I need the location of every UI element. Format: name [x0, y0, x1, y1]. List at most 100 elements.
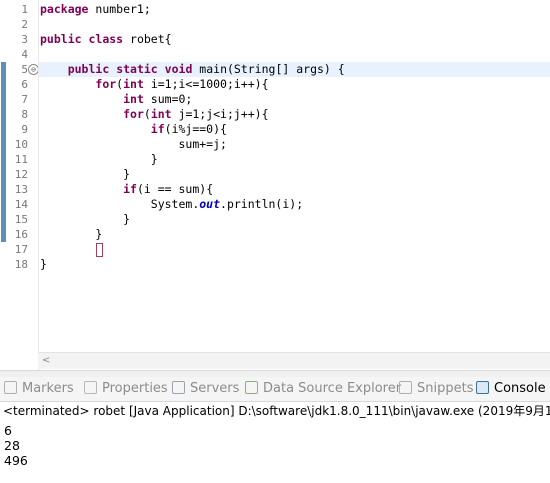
- console-output-line: 6: [4, 423, 12, 438]
- console-icon: [476, 381, 489, 394]
- line-number: 12: [14, 168, 28, 181]
- line-number: 5: [21, 63, 28, 76]
- tab-data-source-explorer[interactable]: Data Source Explorer: [245, 380, 401, 398]
- line-number: 9: [21, 123, 28, 136]
- code-line[interactable]: if(i%j==0){: [40, 122, 227, 137]
- keyword-token: int: [123, 77, 144, 91]
- line-number: 18: [14, 258, 28, 271]
- code-token: }: [40, 212, 131, 226]
- keyword-token: if: [123, 182, 137, 196]
- code-line[interactable]: }: [40, 257, 47, 272]
- bracket-match-marker: [96, 243, 103, 257]
- line-number-gutter: 1 2 3 4 5 6 7 8 9 10 11 12 13 14 15 16 17 18: [6, 0, 38, 370]
- code-line[interactable]: System.out.println(i);: [40, 197, 303, 212]
- code-token: sum+=j;: [40, 137, 227, 151]
- line-number: 6: [21, 78, 28, 91]
- views-tab-bar: Markers Properties Servers Data Source Expl…: [0, 377, 550, 402]
- code-line[interactable]: if(i == sum){: [40, 182, 213, 197]
- properties-icon: [84, 381, 97, 394]
- code-line[interactable]: [40, 242, 95, 257]
- keyword-token: public: [40, 32, 82, 46]
- code-token: .println(i);: [220, 197, 304, 211]
- code-line[interactable]: public static void main(String[] args) {: [40, 62, 345, 77]
- keyword-token: int: [150, 107, 172, 121]
- code-line[interactable]: sum+=j;: [40, 137, 227, 152]
- keyword-token: if: [150, 122, 165, 136]
- console-output-line: 496: [4, 453, 28, 468]
- code-token: i=1;i<=1000;i++){: [143, 77, 269, 91]
- keyword-token: for: [123, 107, 144, 121]
- code-line[interactable]: }: [40, 212, 130, 227]
- line-number: 1: [21, 3, 28, 16]
- tab-console[interactable]: Console: [476, 380, 546, 398]
- line-number: 3: [21, 33, 28, 46]
- code-token: number1;: [88, 2, 151, 16]
- line-number: 10: [14, 138, 28, 151]
- keyword-token: class: [88, 32, 124, 46]
- code-line[interactable]: }: [40, 227, 102, 242]
- line-number: 2: [21, 18, 28, 31]
- line-number: 4: [21, 48, 28, 61]
- code-editor[interactable]: 1 2 3 4 5 6 7 8 9 10 11 12 13 14 15 16 17 18 ⊖ package nu…: [0, 0, 550, 370]
- line-number: 17: [14, 243, 28, 256]
- code-token: }: [40, 227, 103, 241]
- keyword-token: package: [40, 2, 89, 16]
- tab-snippets[interactable]: Snippets: [399, 380, 473, 398]
- line-number: 8: [21, 108, 28, 121]
- keyword-token: public: [67, 62, 110, 76]
- console-output-line: 28: [4, 438, 20, 453]
- tab-label: Properties: [102, 381, 168, 396]
- servers-icon: [172, 381, 185, 394]
- code-line[interactable]: public class robet{: [40, 32, 172, 47]
- line-number: 16: [14, 228, 28, 241]
- code-line[interactable]: for(int j=1;j<i;j++){: [40, 107, 269, 122]
- snippets-icon: [399, 381, 412, 394]
- code-token: (i == sum){: [136, 182, 214, 196]
- keyword-token: for: [95, 77, 117, 91]
- code-token: }: [40, 152, 158, 166]
- code-token: sum=0;: [143, 92, 193, 106]
- field-token: out: [199, 197, 221, 211]
- tab-label: Servers: [190, 381, 240, 396]
- tab-label: Console: [494, 381, 546, 396]
- tab-servers[interactable]: Servers: [172, 380, 239, 398]
- tab-properties[interactable]: Properties: [84, 380, 168, 398]
- keyword-token: int: [123, 92, 144, 106]
- tab-label: Data Source Explorer: [263, 381, 402, 396]
- code-token: main(String[] args) {: [192, 62, 345, 76]
- code-line[interactable]: int sum=0;: [40, 92, 192, 107]
- line-number: 7: [21, 93, 28, 106]
- tab-label: Snippets: [417, 381, 474, 396]
- line-number: 13: [14, 183, 28, 196]
- keyword-token: void: [164, 62, 193, 76]
- keyword-token: static: [116, 62, 158, 76]
- tab-label: Markers: [22, 381, 74, 396]
- code-token: robet{: [123, 32, 172, 46]
- code-token: }: [40, 167, 131, 181]
- scroll-left-icon[interactable]: <: [42, 353, 50, 369]
- code-token: (: [143, 107, 151, 121]
- console-output: 6 28 496: [4, 423, 28, 468]
- code-line[interactable]: }: [40, 167, 130, 182]
- code-token: }: [40, 257, 47, 271]
- code-token: System.: [40, 197, 200, 211]
- code-token: j=1;j<i;j++){: [171, 107, 269, 121]
- code-line[interactable]: for(int i=1;i<=1000;i++){: [40, 77, 269, 92]
- code-line[interactable]: package number1;: [40, 2, 151, 17]
- line-number: 11: [14, 153, 28, 166]
- tab-markers[interactable]: Markers: [4, 380, 74, 398]
- console-process-header: <terminated> robet [Java Application] D:…: [3, 404, 550, 418]
- markers-icon: [4, 381, 17, 394]
- line-number: 15: [14, 213, 28, 226]
- code-line[interactable]: }: [40, 152, 158, 167]
- code-token: (i%j==0){: [164, 122, 227, 136]
- line-number: 14: [14, 198, 28, 211]
- horizontal-scrollbar[interactable]: <: [38, 352, 550, 369]
